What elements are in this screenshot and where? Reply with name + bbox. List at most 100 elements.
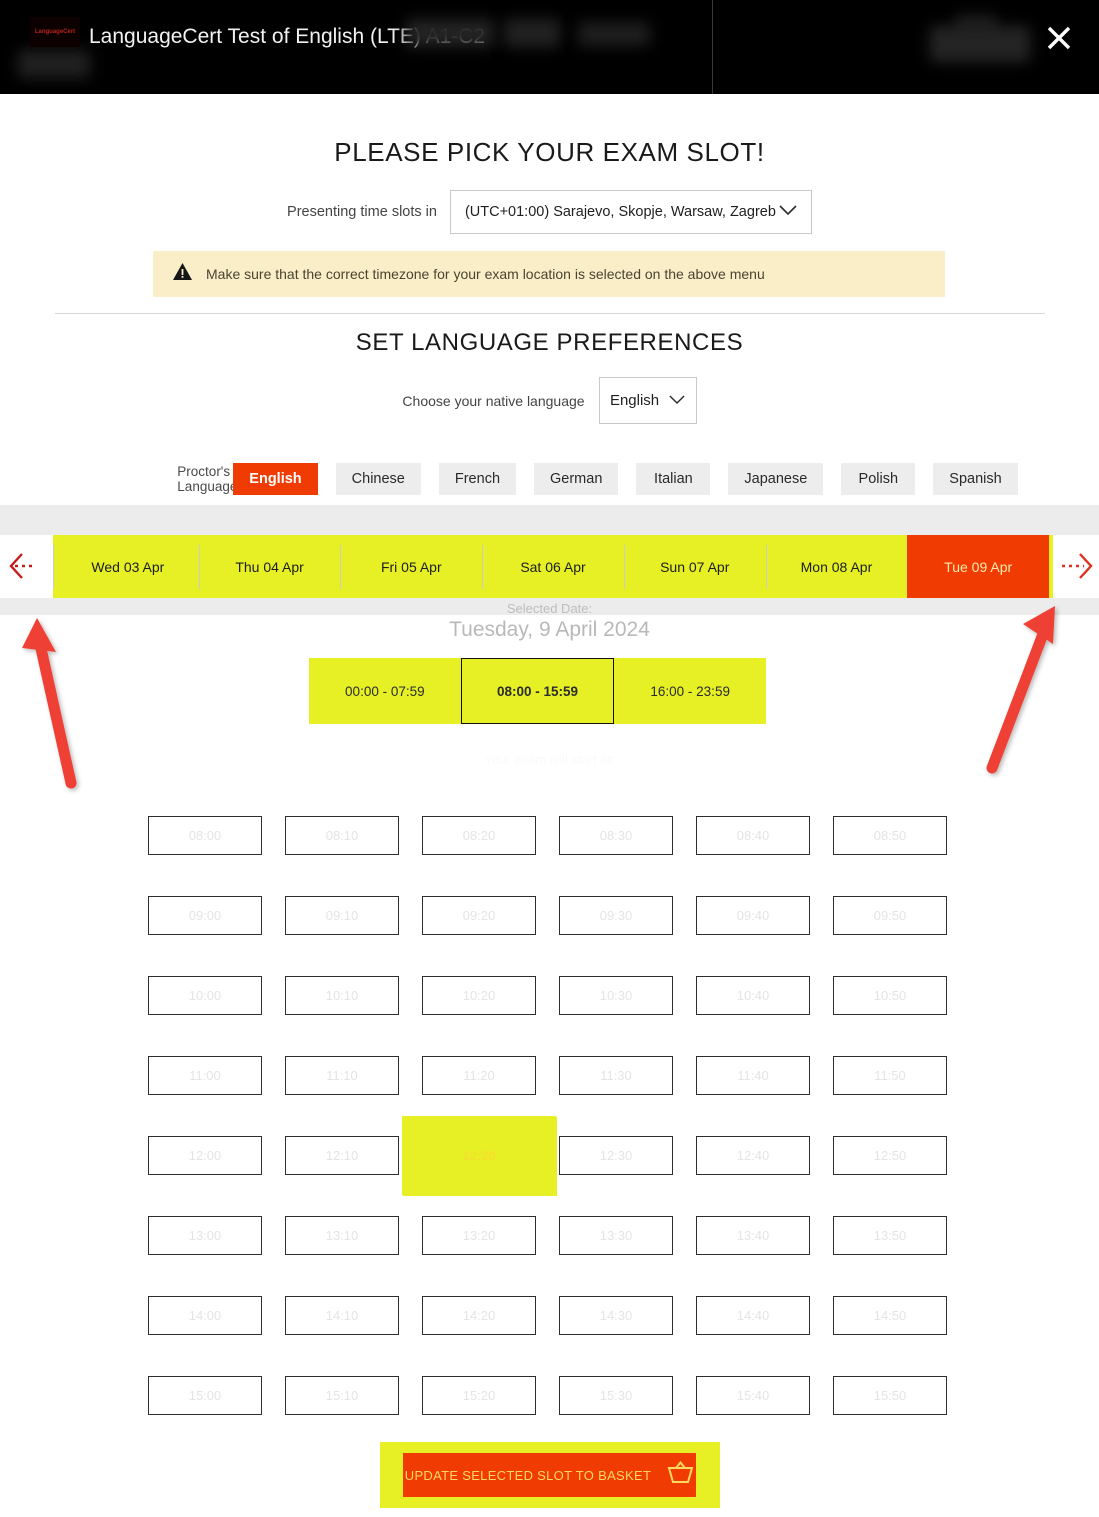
time-slot[interactable]: 11:20 [422, 1056, 536, 1095]
time-slot[interactable]: 09:00 [148, 896, 262, 935]
time-slot[interactable]: 13:50 [833, 1216, 947, 1255]
time-slot[interactable]: 09:10 [285, 896, 399, 935]
time-slot[interactable]: 10:00 [148, 976, 262, 1015]
timezone-warning-banner: Make sure that the correct timezone for … [153, 251, 945, 297]
time-slot-selected[interactable]: 12:20 [403, 1117, 557, 1196]
time-slot[interactable]: 14:50 [833, 1296, 947, 1335]
time-slot[interactable]: 08:30 [559, 816, 673, 855]
time-slot[interactable]: 08:20 [422, 816, 536, 855]
time-slot[interactable]: 12:10 [285, 1136, 399, 1175]
time-slot[interactable]: 09:30 [559, 896, 673, 935]
time-slot[interactable]: 14:20 [422, 1296, 536, 1335]
time-slot[interactable]: 11:10 [285, 1056, 399, 1095]
time-slot[interactable]: 12:40 [696, 1136, 810, 1175]
timezone-label: Presenting time slots in [287, 204, 437, 220]
date-strip: Wed 03 Apr Thu 04 Apr Fri 05 Apr Sat 06 Apr… [57, 535, 1050, 598]
prev-week-arrow-icon[interactable] [8, 550, 44, 582]
time-slot[interactable]: 09:40 [696, 896, 810, 935]
time-slot[interactable]: 12:50 [833, 1136, 947, 1175]
time-slot[interactable]: 12:30 [559, 1136, 673, 1175]
start-time-hint: Your exam will start at: [484, 752, 615, 767]
update-slot-to-basket-button[interactable]: UPDATE SELECTED SLOT TO BASKET [403, 1453, 696, 1497]
app-header: LanguageCert LanguageCert Test of Englis… [0, 0, 1099, 94]
date-strip-background-top [0, 505, 1099, 535]
time-slot[interactable]: 10:30 [559, 976, 673, 1015]
period-tab[interactable]: 08:00 - 15:59 [460, 658, 615, 724]
time-slot[interactable]: 13:00 [148, 1216, 262, 1255]
time-slot[interactable]: 15:30 [559, 1376, 673, 1415]
date-option[interactable]: Fri 05 Apr [340, 535, 482, 598]
time-slot[interactable]: 08:00 [148, 816, 262, 855]
logo-text: LanguageCert [34, 28, 76, 35]
timezone-select[interactable]: (UTC+01:00) Sarajevo, Skopje, Warsaw, Za… [449, 190, 812, 234]
time-slot[interactable]: 15:40 [696, 1376, 810, 1415]
native-language-select[interactable]: English [598, 377, 697, 424]
proctors-language-row: Proctor's Language English Chinese French G… [0, 463, 1099, 495]
date-strip-edge-left [53, 545, 54, 589]
time-slot[interactable]: 14:30 [559, 1296, 673, 1335]
date-option[interactable]: Tue 09 Apr [907, 535, 1050, 598]
time-slot[interactable]: 13:30 [559, 1216, 673, 1255]
proctor-language-chinese[interactable]: Chinese [335, 463, 421, 495]
proctor-language-french[interactable]: French [438, 463, 517, 495]
date-option[interactable]: Mon 08 Apr [765, 535, 908, 598]
time-slot[interactable]: 08:10 [285, 816, 399, 855]
proctor-language-japanese[interactable]: Japanese [728, 463, 824, 495]
date-option[interactable]: Wed 03 Apr [57, 535, 199, 598]
time-slot[interactable]: 14:10 [285, 1296, 399, 1335]
close-icon[interactable] [1039, 18, 1079, 58]
period-tab[interactable]: 00:00 - 07:59 [309, 658, 461, 724]
time-slot[interactable]: 14:40 [696, 1296, 810, 1335]
time-slot[interactable]: 14:00 [148, 1296, 262, 1335]
native-language-label: Choose your native language [402, 392, 585, 409]
proctor-language-english[interactable]: English [233, 463, 318, 495]
time-slot[interactable]: 13:20 [422, 1216, 536, 1255]
time-slot[interactable]: 11:40 [696, 1056, 810, 1095]
time-slot[interactable]: 11:50 [833, 1056, 947, 1095]
time-slot[interactable]: 15:10 [285, 1376, 399, 1415]
date-separator [482, 545, 484, 589]
time-slot[interactable]: 15:50 [833, 1376, 947, 1415]
time-slot[interactable]: 12:00 [148, 1136, 262, 1175]
time-slot[interactable]: 10:20 [422, 976, 536, 1015]
basket-icon [667, 1460, 694, 1490]
date-separator [198, 545, 200, 589]
proctor-language-german[interactable]: German [534, 463, 619, 495]
time-slot[interactable]: 11:00 [148, 1056, 262, 1095]
date-separator [340, 545, 342, 589]
section-divider [55, 313, 1045, 314]
date-separator [623, 545, 625, 589]
time-slot[interactable]: 11:30 [559, 1056, 673, 1095]
date-option[interactable]: Sun 07 Apr [623, 535, 766, 598]
proctor-language-spanish[interactable]: Spanish [933, 463, 1018, 495]
period-tab[interactable]: 16:00 - 23:59 [614, 658, 766, 724]
next-week-arrow-icon[interactable] [1060, 550, 1094, 582]
selected-date-caption: Selected Date: [506, 601, 593, 616]
time-slot[interactable]: 10:50 [833, 976, 947, 1015]
proctor-language-options: English Chinese French German Italian Japanes… [233, 463, 1018, 495]
redacted-region-header-left [18, 50, 90, 78]
language-preferences-title: SET LANGUAGE PREFERENCES [355, 329, 744, 356]
timezone-row: Presenting time slots in (UTC+01:00) Sar… [0, 190, 1099, 234]
time-slot[interactable]: 08:50 [833, 816, 947, 855]
proctors-language-label: Proctor's Language [177, 464, 238, 494]
time-slot-grid: 08:00 08:10 08:20 08:30 08:40 08:50 09:00 09:10… [148, 816, 948, 1415]
proctor-language-italian[interactable]: Italian [636, 463, 711, 495]
proctor-language-polish[interactable]: Polish [841, 463, 916, 495]
page-title: PLEASE PICK YOUR EXAM SLOT! [334, 137, 765, 167]
redacted-region-5 [930, 26, 1030, 62]
time-slot[interactable]: 15:00 [148, 1376, 262, 1415]
time-slot[interactable]: 09:20 [422, 896, 536, 935]
time-slot[interactable]: 13:40 [696, 1216, 810, 1255]
redacted-region-3 [578, 22, 650, 46]
header-vertical-divider [712, 0, 713, 94]
time-slot[interactable]: 09:50 [833, 896, 947, 935]
time-slot[interactable]: 13:10 [285, 1216, 399, 1255]
date-option[interactable]: Thu 04 Apr [198, 535, 341, 598]
time-slot[interactable]: 15:20 [422, 1376, 536, 1415]
time-slot[interactable]: 10:40 [696, 976, 810, 1015]
time-slot[interactable]: 08:40 [696, 816, 810, 855]
date-option[interactable]: Sat 06 Apr [482, 535, 624, 598]
time-slot[interactable]: 10:10 [285, 976, 399, 1015]
warning-text: Make sure that the correct timezone for … [206, 266, 765, 282]
